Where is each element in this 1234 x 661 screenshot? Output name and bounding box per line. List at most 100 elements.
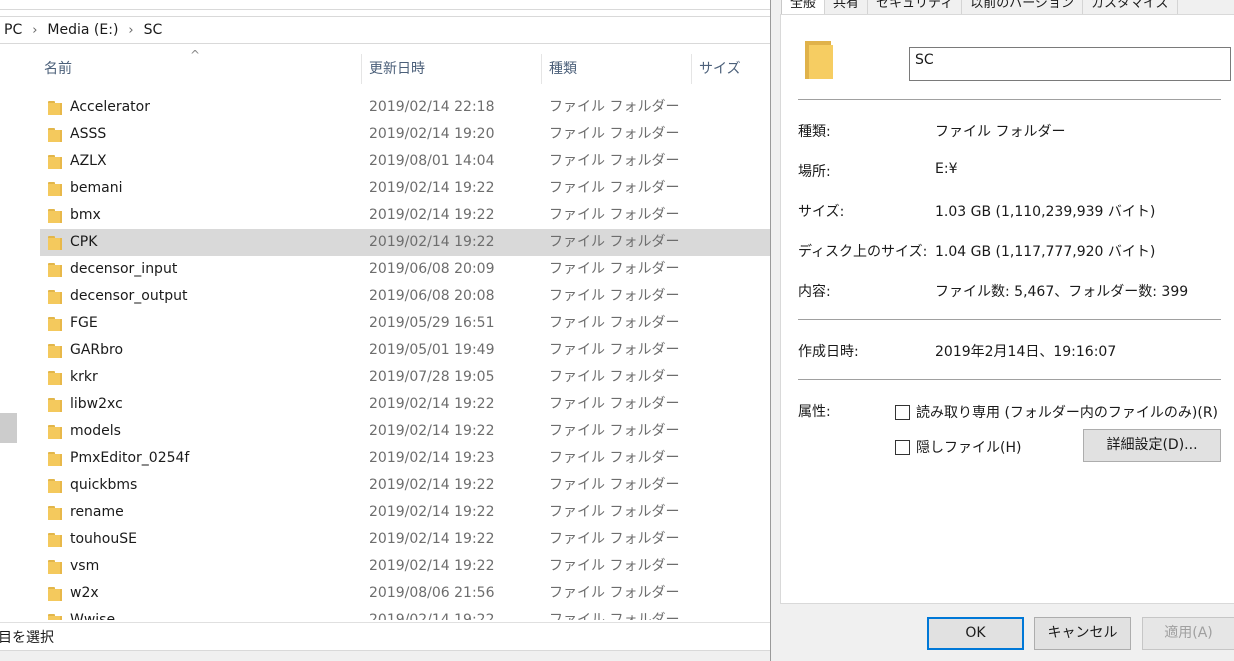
file-row[interactable]: ASSS 2019/02/14 19:20 ファイル フォルダー [40,121,775,148]
file-row[interactable]: models 2019/02/14 19:22 ファイル フォルダー [40,418,775,445]
breadcrumb-item-drive[interactable]: Media (E:) [47,22,118,38]
hidden-checkbox[interactable] [895,439,910,455]
file-row[interactable]: bmx 2019/02/14 19:22 ファイル フォルダー [40,202,775,229]
file-row[interactable]: FGE 2019/05/29 16:51 ファイル フォルダー [40,310,775,337]
tab-security[interactable]: セキュリティ [867,0,963,14]
folder-icon [48,506,62,520]
file-name[interactable]: bemani [70,175,122,202]
file-date: 2019/02/14 19:20 [369,126,495,142]
file-list: ^ 名前 更新日時 種類 サイズ Accelerator 2019/02/14 2… [40,48,775,620]
file-row[interactable]: GARbro 2019/05/01 19:49 ファイル フォルダー [40,337,775,364]
file-name[interactable]: PmxEditor_0254f [70,445,189,472]
file-name[interactable]: w2x [70,580,99,607]
file-name[interactable]: touhouSE [70,526,137,553]
file-name[interactable]: rename [70,499,124,526]
folder-icon [48,209,62,223]
breadcrumb-item-folder[interactable]: SC [144,22,163,38]
readonly-label[interactable]: 読み取り専用 (フォルダー内のファイルのみ)(R) [916,402,1218,422]
file-type: ファイル フォルダー [549,450,680,466]
file-row[interactable]: Wwise 2019/02/14 19:22 ファイル フォルダー [40,607,775,620]
breadcrumb-item-pc[interactable]: PC [4,22,22,38]
breadcrumb-chevron-icon[interactable]: › [128,23,133,38]
file-row[interactable]: AZLX 2019/08/01 14:04 ファイル フォルダー [40,148,775,175]
sort-ascending-icon: ^ [190,48,201,62]
explorer-window: PC › Media (E:) › SC ^ 名前 更新日時 種類 サイズ Ac… [0,0,775,661]
file-name[interactable]: decensor_input [70,256,177,283]
column-header-date[interactable]: 更新日時 [369,58,425,82]
file-rows: Accelerator 2019/02/14 22:18 ファイル フォルダー ASS… [40,94,775,620]
file-date: 2019/05/01 19:49 [369,342,495,358]
tab-previous-versions[interactable]: 以前のバージョン [961,0,1084,14]
tab-customize[interactable]: カスタマイズ [1082,0,1178,14]
folder-icon [48,479,62,493]
hidden-option[interactable]: 隠しファイル(H) [895,437,1021,457]
column-header-size[interactable]: サイズ [699,58,741,82]
file-row[interactable]: CPK 2019/02/14 19:22 ファイル フォルダー [40,229,775,256]
file-row[interactable]: Accelerator 2019/02/14 22:18 ファイル フォルダー [40,94,775,121]
file-name[interactable]: ASSS [70,121,106,148]
breadcrumb: PC › Media (E:) › SC [4,17,162,43]
cancel-button[interactable]: キャンセル [1034,617,1131,650]
disk-size-value: 1.04 GB (1,117,777,920 バイト) [935,244,1156,260]
hidden-label[interactable]: 隠しファイル(H) [916,437,1021,457]
created-label: 作成日時: [798,344,859,360]
apply-button[interactable]: 適用(A) [1142,617,1234,650]
separator [798,319,1221,320]
file-type: ファイル フォルダー [549,585,680,601]
tab-general[interactable]: 全般 [781,0,826,14]
file-name[interactable]: models [70,418,121,445]
file-date: 2019/02/14 19:22 [369,207,495,223]
folder-icon [48,263,62,277]
file-name[interactable]: GARbro [70,337,123,364]
file-name[interactable]: quickbms [70,472,137,499]
file-row[interactable]: touhouSE 2019/02/14 19:22 ファイル フォルダー [40,526,775,553]
size-label: サイズ: [798,204,845,220]
file-date: 2019/02/14 19:22 [369,180,495,196]
file-row[interactable]: decensor_input 2019/06/08 20:09 ファイル フォルダー [40,256,775,283]
file-row[interactable]: vsm 2019/02/14 19:22 ファイル フォルダー [40,553,775,580]
file-row[interactable]: w2x 2019/08/06 21:56 ファイル フォルダー [40,580,775,607]
file-date: 2019/02/14 19:22 [369,396,495,412]
folder-icon [48,155,62,169]
file-name[interactable]: Accelerator [70,94,150,121]
file-name[interactable]: AZLX [70,148,107,175]
file-date: 2019/05/29 16:51 [369,315,495,331]
file-row[interactable]: bemani 2019/02/14 19:22 ファイル フォルダー [40,175,775,202]
column-divider[interactable] [691,54,692,84]
column-divider[interactable] [361,54,362,84]
folder-icon [48,425,62,439]
folder-icon [48,236,62,250]
file-row[interactable]: libw2xc 2019/02/14 19:22 ファイル フォルダー [40,391,775,418]
file-name[interactable]: decensor_output [70,283,187,310]
address-bar[interactable]: PC › Media (E:) › SC [0,16,775,44]
advanced-button[interactable]: 詳細設定(D)... [1083,429,1221,462]
breadcrumb-chevron-icon[interactable]: › [32,23,37,38]
file-name[interactable]: bmx [70,202,101,229]
file-type: ファイル フォルダー [549,477,680,493]
general-tab-panel: SC 種類: ファイル フォルダー 場所: E:¥ サイズ: 1.03 GB (… [780,14,1234,604]
folder-icon [48,398,62,412]
file-row[interactable]: PmxEditor_0254f 2019/02/14 19:23 ファイル フォルダ… [40,445,775,472]
readonly-option[interactable]: 読み取り専用 (フォルダー内のファイルのみ)(R) [895,402,1218,422]
ok-button[interactable]: OK [927,617,1024,650]
file-name[interactable]: FGE [70,310,98,337]
file-name[interactable]: vsm [70,553,99,580]
file-name[interactable]: CPK [70,229,97,256]
column-header-type[interactable]: 種類 [549,58,577,82]
file-name[interactable]: krkr [70,364,98,391]
file-name[interactable]: Wwise [70,607,115,620]
tab-sharing[interactable]: 共有 [824,0,869,14]
navigation-pane-selected-item[interactable] [0,413,17,443]
file-row[interactable]: decensor_output 2019/06/08 20:08 ファイル フォルダ… [40,283,775,310]
file-row[interactable]: rename 2019/02/14 19:22 ファイル フォルダー [40,499,775,526]
column-header-name[interactable]: 名前 [44,58,72,82]
file-row[interactable]: quickbms 2019/02/14 19:22 ファイル フォルダー [40,472,775,499]
folder-icon [48,614,62,620]
readonly-checkbox[interactable] [895,404,910,420]
file-type: ファイル フォルダー [549,558,680,574]
file-row[interactable]: krkr 2019/07/28 19:05 ファイル フォルダー [40,364,775,391]
file-name[interactable]: libw2xc [70,391,123,418]
folder-name-field[interactable]: SC [909,47,1231,81]
column-divider[interactable] [541,54,542,84]
folder-icon [48,317,62,331]
